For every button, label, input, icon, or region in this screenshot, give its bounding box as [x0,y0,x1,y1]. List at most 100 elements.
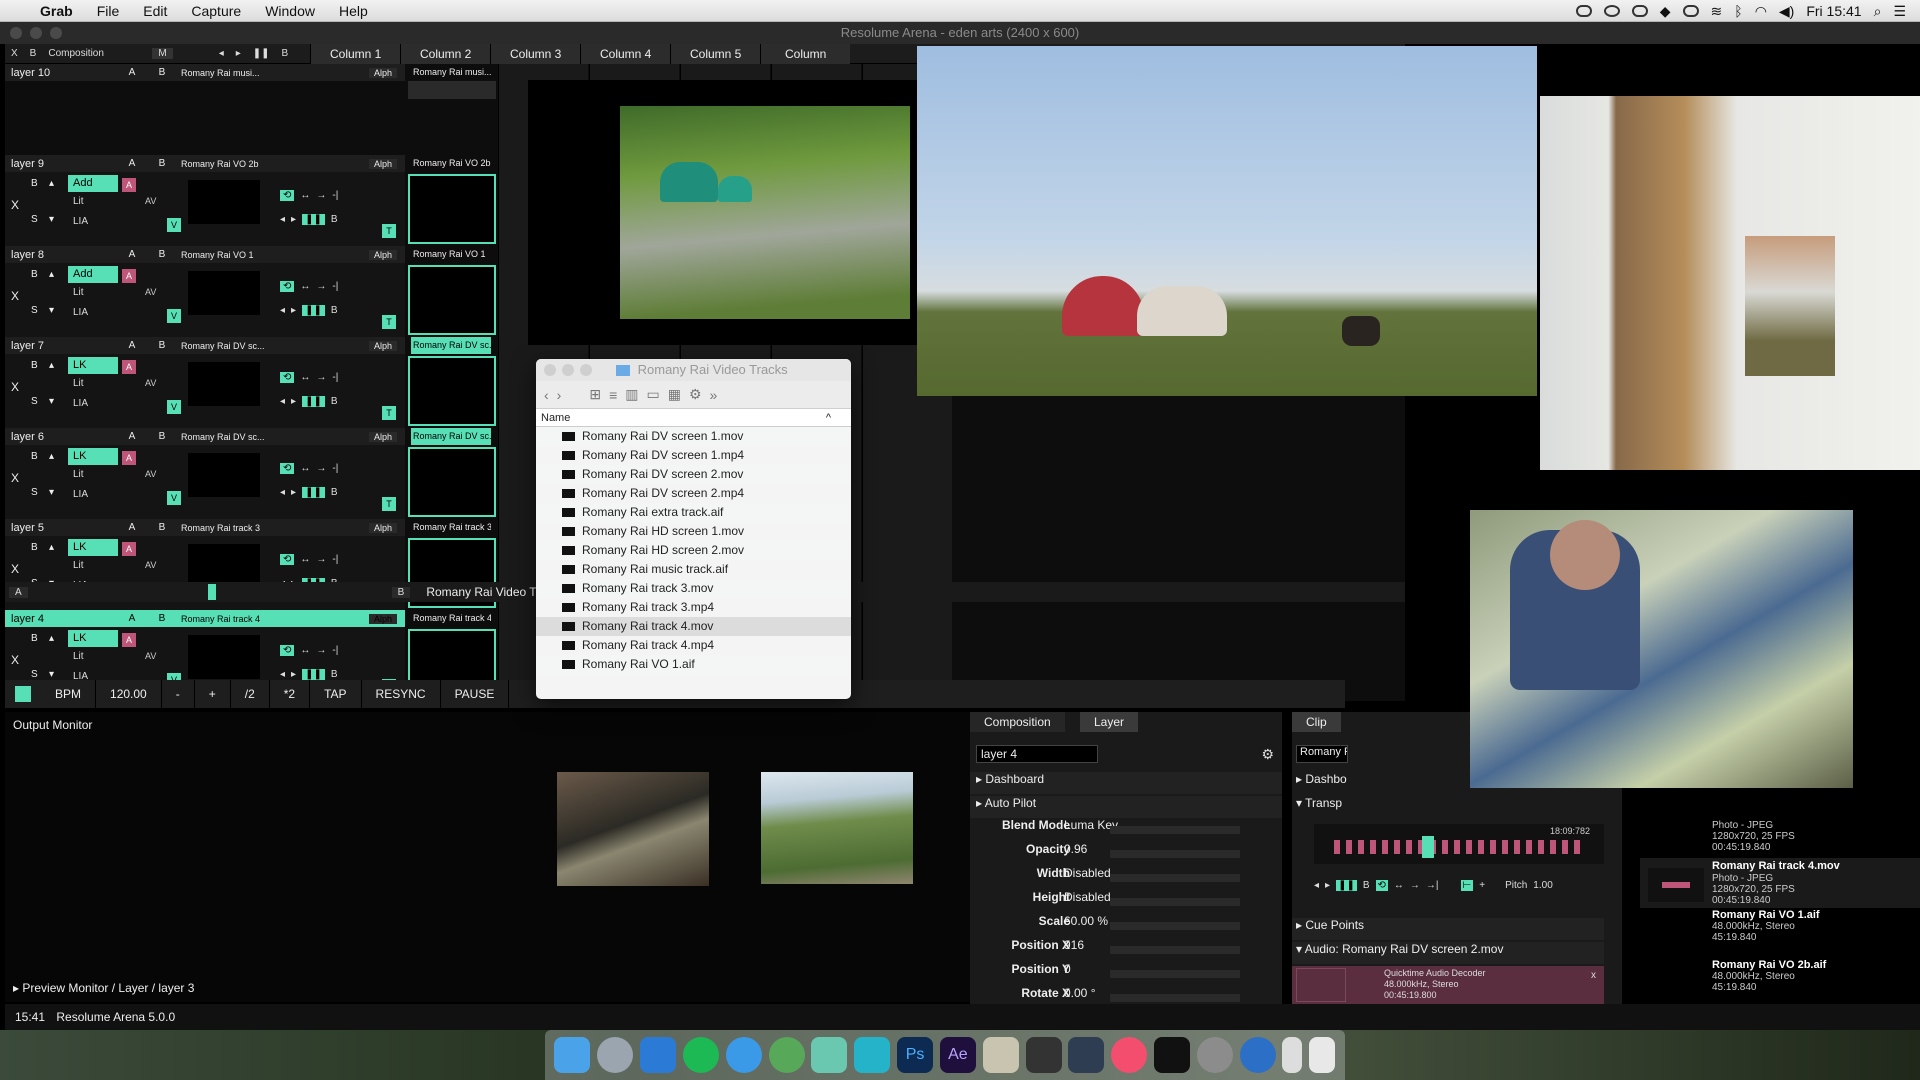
settings-gear-icon[interactable]: ⚙ [1261,746,1274,763]
play-icon[interactable]: ▸ [291,487,296,498]
remove-decoder-icon[interactable]: x [1591,970,1596,981]
finder-file-row[interactable]: Romany Rai track 4.mov [536,617,851,636]
layer-a-toggle[interactable]: A [122,633,136,647]
finder-file-row[interactable]: Romany Rai music track.aif [536,560,851,579]
file-item[interactable]: Romany Rai VO 1.aif 48.000kHz, Stereo 45… [1712,910,1820,944]
notification-center-icon[interactable]: ☰ [1893,3,1906,20]
status-icon-4[interactable] [1682,5,1699,17]
clip-prev-icon[interactable]: ◂ [1314,880,1319,891]
bpm-double-button[interactable]: *2 [270,680,311,708]
cue-points-section[interactable]: ▸ Cue Points [1292,918,1604,940]
clip-slot[interactable] [408,81,496,99]
blend-mode-select[interactable]: Add [68,175,118,192]
dropbox-icon[interactable]: ◆ [1660,3,1671,20]
layer-a-toggle[interactable]: A [122,178,136,192]
column-header-6[interactable]: Column [760,43,851,64]
forward-icon[interactable]: → [316,463,326,474]
pause-icon[interactable]: ❚❚ [302,304,325,316]
clip-play-icon[interactable]: ▸ [1325,880,1330,891]
layer-v-toggle[interactable]: V [167,400,181,414]
claquette-dock-icon[interactable] [1025,1037,1062,1073]
audio-section[interactable]: ▾ Audio: Romany Rai DV screen 2.mov [1292,942,1604,964]
layer-v-toggle[interactable]: V [167,218,181,232]
itunes-dock-icon[interactable] [1111,1037,1148,1073]
finder-file-row[interactable]: Romany Rai track 3.mp4 [536,598,851,617]
layer-down-icon[interactable]: ▾ [49,487,54,498]
loop-icon[interactable]: ⟲ [280,189,295,201]
clip-slot[interactable] [408,447,496,517]
layer-up-icon[interactable]: ▴ [49,633,54,644]
kodi-dock-icon[interactable] [640,1037,677,1073]
layer-b-button[interactable]: B [147,67,177,78]
layer-bypass-button[interactable]: B [31,542,38,553]
trash-dock-icon[interactable] [1309,1037,1336,1073]
property-slider[interactable] [1110,826,1240,834]
bpm-half-button[interactable]: /2 [231,680,270,708]
layer-a-button[interactable]: A [117,431,147,442]
layer-a-button[interactable]: A [117,340,147,351]
usb-drive-dock-icon[interactable] [1282,1037,1303,1073]
clip-slot[interactable] [408,265,496,335]
globe-dock-icon[interactable] [768,1037,805,1073]
loop-icon[interactable]: ⟲ [280,462,295,474]
property-slider[interactable] [1110,970,1240,978]
column-header-1[interactable]: Column 1 [310,43,401,64]
system-preferences-dock-icon[interactable] [1196,1037,1233,1073]
quicktime-dock-icon[interactable] [1239,1037,1276,1073]
forward-icon[interactable]: → [316,645,326,656]
finder-dock-icon[interactable] [554,1037,591,1073]
sort-chevron-icon[interactable]: ^ [826,409,831,427]
clip-transport-section[interactable]: ▾ Transp [1292,796,1352,818]
arrange-icon[interactable]: ▦ [668,386,681,403]
layer-name-input[interactable] [976,745,1098,763]
property-value[interactable]: Disabled [1064,890,1111,904]
pause-icon[interactable]: ❚❚ [302,395,325,407]
menu-edit[interactable]: Edit [131,3,179,19]
clip-b-button[interactable]: B [1363,880,1370,891]
finder-file-row[interactable]: Romany Rai track 3.mov [536,579,851,598]
prev-icon[interactable]: ◂ [280,487,285,498]
clip-slot-label[interactable]: Romany Rai VO 1 [411,246,491,263]
end-icon[interactable]: -| [332,372,338,383]
layer-name[interactable]: layer 10 [5,67,117,79]
blend-mode-select[interactable]: LK [68,448,118,465]
clip-slot[interactable] [408,356,496,426]
finder-file-row[interactable]: Romany Rai HD screen 1.mov [536,522,851,541]
clip-forward-icon[interactable]: → [1410,880,1420,891]
b-icon[interactable]: B [331,487,338,498]
layer-thumbnail[interactable] [188,271,260,315]
property-value[interactable]: 60.00 % [1064,914,1108,928]
clip-pause-icon[interactable]: ❚❚ [1336,880,1357,891]
composition-bypass-button[interactable]: B [24,48,43,59]
fcp-dock-icon[interactable] [1068,1037,1105,1073]
clip-slot-label[interactable]: Romany Rai DV sc... [411,428,491,445]
autopilot-section[interactable]: ▸ Auto Pilot [970,796,1282,818]
wifi-icon[interactable]: ≋ [1711,3,1723,20]
close-window-icon[interactable] [10,27,22,39]
alpha-button[interactable]: Alph [369,613,397,624]
layer-b-button[interactable]: B [147,158,177,169]
play-icon[interactable]: ▸ [291,305,296,316]
layer-t-toggle[interactable]: T [382,497,396,511]
b-icon[interactable]: B [331,396,338,407]
layer-clear-button[interactable]: X [11,380,19,394]
expand-icon[interactable]: ▸ [13,981,22,995]
play-icon[interactable]: ▸ [291,669,296,680]
layer-t-toggle[interactable]: T [382,315,396,329]
forward-icon[interactable]: → [316,554,326,565]
layer-v-toggle[interactable]: V [167,309,181,323]
status-icon-3[interactable] [1631,5,1648,17]
composition-master-button[interactable]: M [152,48,173,59]
layer-bypass-button[interactable]: B [31,451,38,462]
layer-up-icon[interactable]: ▴ [49,178,54,189]
terminal-dock-icon[interactable] [1154,1037,1190,1073]
end-icon[interactable]: -| [332,190,338,201]
property-slider[interactable] [1110,946,1240,954]
layer-bypass-button[interactable]: B [31,633,38,644]
layer-name[interactable]: layer 8 [5,249,117,261]
blend-mode-select[interactable]: LK [68,357,118,374]
finder-file-row[interactable]: Romany Rai DV screen 1.mov [536,427,851,446]
list-view-icon[interactable]: ≡ [609,387,617,403]
loop-icon[interactable]: ⟲ [280,371,295,383]
layer-name[interactable]: layer 9 [5,158,117,170]
